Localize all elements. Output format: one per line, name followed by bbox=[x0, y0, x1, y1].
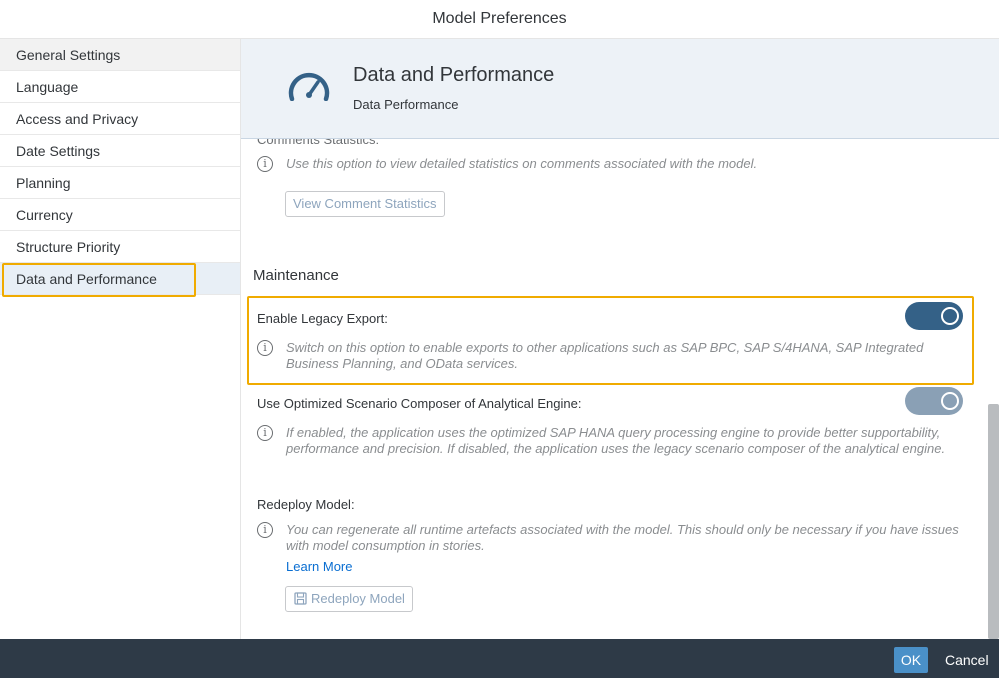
sidebar-highlight-box bbox=[2, 263, 196, 297]
sidebar-item-structure-priority[interactable]: Structure Priority bbox=[0, 231, 240, 263]
comments-statistics-description: Use this option to view detailed statist… bbox=[286, 156, 758, 171]
redeploy-model-label: Redeploy Model: bbox=[257, 497, 355, 512]
sidebar-item-date-settings[interactable]: Date Settings bbox=[0, 135, 240, 167]
save-icon bbox=[294, 592, 307, 605]
settings-content: Comments Statistics: i Use this option t… bbox=[241, 139, 999, 639]
sidebar-item-planning[interactable]: Planning bbox=[0, 167, 240, 199]
info-icon: i bbox=[257, 156, 273, 172]
redeploy-model-button-label: Redeploy Model bbox=[311, 591, 405, 606]
dialog-footer: OK Cancel bbox=[0, 639, 999, 678]
sidebar: General Settings Language Access and Pri… bbox=[0, 39, 241, 639]
view-comment-statistics-button[interactable]: View Comment Statistics bbox=[285, 191, 445, 217]
redeploy-model-description: You can regenerate all runtime artefacts… bbox=[286, 522, 959, 553]
sidebar-item-access-and-privacy[interactable]: Access and Privacy bbox=[0, 103, 240, 135]
optimized-scenario-composer-description: If enabled, the application uses the opt… bbox=[286, 425, 946, 456]
optimized-scenario-composer-label: Use Optimized Scenario Composer of Analy… bbox=[257, 396, 582, 411]
optimized-scenario-composer-toggle[interactable] bbox=[905, 387, 963, 415]
sidebar-item-language[interactable]: Language bbox=[0, 71, 240, 103]
dialog-title: Model Preferences bbox=[0, 0, 999, 39]
info-icon: i bbox=[257, 522, 273, 538]
section-header: Data and Performance Data Performance bbox=[241, 39, 999, 139]
page-subtitle: Data Performance bbox=[353, 97, 459, 112]
cancel-button[interactable]: Cancel bbox=[940, 647, 994, 673]
learn-more-link[interactable]: Learn More bbox=[286, 559, 352, 574]
toggle-knob bbox=[941, 392, 959, 410]
content-scrollbar[interactable] bbox=[988, 404, 999, 639]
sidebar-item-currency[interactable]: Currency bbox=[0, 199, 240, 231]
ok-button[interactable]: OK bbox=[894, 647, 928, 673]
page-title: Data and Performance bbox=[353, 64, 555, 86]
legacy-export-highlight-box bbox=[247, 296, 974, 385]
redeploy-model-button[interactable]: Redeploy Model bbox=[285, 586, 413, 612]
gauge-icon bbox=[288, 72, 330, 101]
info-icon: i bbox=[257, 425, 273, 441]
comments-statistics-label: Comments Statistics: bbox=[257, 139, 380, 147]
maintenance-title: Maintenance bbox=[253, 267, 339, 284]
sidebar-item-general-settings[interactable]: General Settings bbox=[0, 39, 240, 71]
